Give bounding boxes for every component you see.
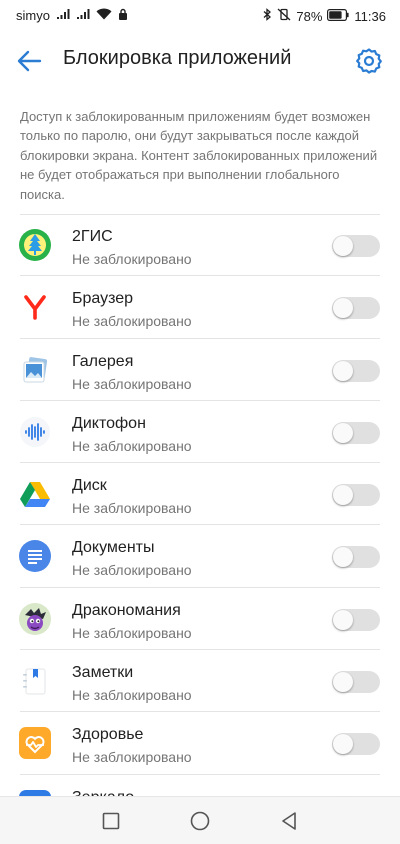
- list-item[interactable]: Дракономания Не заблокировано: [0, 588, 400, 651]
- app-lock-status: Не заблокировано: [72, 687, 192, 704]
- list-item[interactable]: Здоровье Не заблокировано: [0, 712, 400, 775]
- status-left: simyo: [16, 8, 128, 23]
- toggle-knob: [333, 422, 353, 443]
- home-button[interactable]: [188, 809, 212, 833]
- toggle-knob: [333, 360, 353, 381]
- wifi-icon: [96, 8, 112, 23]
- toggle-knob: [333, 672, 353, 693]
- back-triangle-icon: [277, 809, 301, 838]
- page-title: Блокировка приложений: [63, 47, 292, 69]
- settings-button[interactable]: [354, 46, 384, 76]
- app-lock-status: Не заблокировано: [72, 562, 192, 579]
- recent-apps-button[interactable]: [99, 809, 123, 833]
- status-bar: simyo 78% 11:36: [0, 0, 400, 34]
- app-name: Заметки: [72, 664, 134, 682]
- recorder-icon: [19, 416, 51, 448]
- lock-description: Доступ к заблокированным приложениям буд…: [20, 109, 378, 202]
- app-name: Диск: [72, 477, 107, 495]
- health-icon: [19, 727, 51, 760]
- yandex-browser-icon: [19, 291, 51, 323]
- lock-toggle[interactable]: [332, 421, 380, 444]
- app-lock-status: Не заблокировано: [72, 313, 192, 330]
- lock-toggle[interactable]: [332, 608, 380, 631]
- bluetooth-icon: [263, 8, 272, 24]
- list-item[interactable]: Диск Не заблокировано: [0, 463, 400, 526]
- carrier-label: simyo: [16, 8, 50, 23]
- app-list: 2ГИС Не заблокировано Браузер Не заблоки…: [0, 214, 400, 837]
- toggle-knob: [333, 298, 353, 319]
- lock-toggle[interactable]: [332, 546, 380, 569]
- lock-toggle[interactable]: [332, 297, 380, 320]
- signal-icon: [76, 8, 90, 23]
- recent-apps-icon: [99, 809, 123, 838]
- docs-icon: [19, 540, 51, 573]
- app-name: Документы: [72, 539, 155, 557]
- toggle-knob: [333, 236, 353, 256]
- app-lock-status: Не заблокировано: [72, 375, 192, 392]
- lock-toggle[interactable]: [332, 671, 380, 694]
- back-button[interactable]: [14, 46, 46, 76]
- app-lock-status: Не заблокировано: [72, 251, 192, 267]
- gallery-icon: [19, 354, 51, 386]
- clock: 11:36: [354, 8, 386, 24]
- toggle-knob: [333, 734, 353, 755]
- lock-toggle[interactable]: [332, 484, 380, 507]
- 2gis-icon: [19, 229, 51, 261]
- list-item[interactable]: Браузер Не заблокировано: [0, 276, 400, 339]
- app-name: Дракономания: [72, 601, 181, 619]
- list-item[interactable]: Галерея Не заблокировано: [0, 339, 400, 401]
- app-bar: Блокировка приложений: [0, 34, 400, 88]
- app-name: Браузер: [72, 290, 134, 308]
- app-name: Диктофон: [72, 414, 146, 432]
- back-arrow-icon: [14, 46, 46, 81]
- app-name: Галерея: [72, 352, 134, 370]
- lock-toggle[interactable]: [332, 235, 380, 257]
- battery-icon: [327, 8, 350, 24]
- gear-icon: [354, 46, 384, 81]
- notes-icon: [19, 665, 51, 697]
- dragon-game-icon: [19, 602, 51, 635]
- sim-signal-icon: [56, 8, 70, 23]
- lock-toggle[interactable]: [332, 733, 380, 756]
- status-right: 78% 11:36: [263, 8, 386, 24]
- list-item[interactable]: Документы Не заблокировано: [0, 525, 400, 588]
- vibrate-off-icon: [277, 8, 291, 24]
- app-lock-status: Не заблокировано: [72, 500, 192, 517]
- home-icon: [188, 809, 212, 838]
- lock-toggle[interactable]: [332, 359, 380, 382]
- toggle-knob: [333, 609, 353, 630]
- back-nav-button[interactable]: [277, 809, 301, 833]
- toggle-knob: [333, 485, 353, 506]
- app-lock-status: Не заблокировано: [72, 749, 192, 766]
- drive-icon: [19, 478, 51, 510]
- list-item[interactable]: Диктофон Не заблокировано: [0, 401, 400, 464]
- battery-percent: 78%: [296, 8, 323, 24]
- list-item[interactable]: Заметки Не заблокировано: [0, 650, 400, 713]
- toggle-knob: [333, 547, 353, 568]
- app-lock-status: Не заблокировано: [72, 624, 192, 641]
- lock-icon: [118, 8, 128, 23]
- list-item[interactable]: 2ГИС Не заблокировано: [0, 214, 400, 277]
- app-lock-status: Не заблокировано: [72, 437, 192, 454]
- navigation-bar: [0, 796, 400, 844]
- app-name: 2ГИС: [72, 228, 113, 245]
- app-name: Здоровье: [72, 726, 144, 744]
